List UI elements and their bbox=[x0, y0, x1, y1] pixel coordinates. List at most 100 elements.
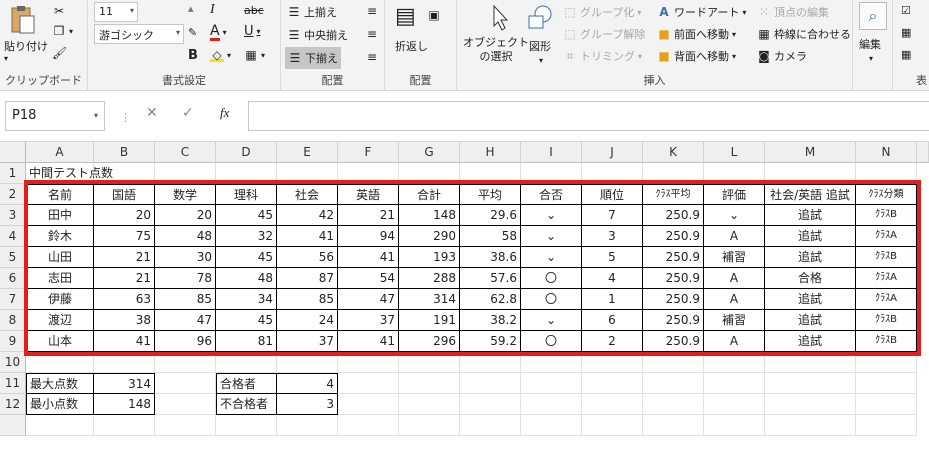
data-cell-l7[interactable]: A bbox=[704, 289, 765, 310]
header-cell-n[interactable]: ｸﾗｽ分類 bbox=[856, 184, 917, 205]
empty-cell[interactable] bbox=[155, 394, 216, 415]
data-cell-d7[interactable]: 34 bbox=[216, 289, 277, 310]
data-cell-h7[interactable]: 62.8 bbox=[460, 289, 521, 310]
data-cell-a6[interactable]: 志田 bbox=[26, 268, 94, 289]
align-bottom-button[interactable]: ☰ 下揃え bbox=[285, 47, 341, 69]
strikethrough-button[interactable]: abc bbox=[244, 4, 264, 17]
row-header-9[interactable]: 9 bbox=[0, 331, 26, 352]
data-cell-i7[interactable]: 〇 bbox=[521, 289, 582, 310]
data-cell-j4[interactable]: 3 bbox=[582, 226, 643, 247]
data-cell-h6[interactable]: 57.6 bbox=[460, 268, 521, 289]
row-header-11[interactable]: 11 bbox=[0, 373, 26, 394]
data-cell-b3[interactable]: 20 bbox=[94, 205, 155, 226]
data-cell-e5[interactable]: 56 bbox=[277, 247, 338, 268]
row-header-8[interactable]: 8 bbox=[0, 310, 26, 331]
empty-cell[interactable] bbox=[155, 373, 216, 394]
data-cell-m4[interactable]: 追試 bbox=[765, 226, 856, 247]
empty-cell[interactable] bbox=[460, 352, 521, 373]
empty-cell[interactable] bbox=[155, 415, 216, 436]
data-cell-n6[interactable]: ｸﾗｽA bbox=[856, 268, 917, 289]
empty-cell[interactable] bbox=[399, 352, 460, 373]
empty-cell[interactable] bbox=[216, 352, 277, 373]
data-cell-f4[interactable]: 94 bbox=[338, 226, 399, 247]
data-cell-g5[interactable]: 193 bbox=[399, 247, 460, 268]
trim-button[interactable]: ⌗ トリミング ▾ bbox=[563, 48, 642, 64]
table-icon[interactable]: ▦ bbox=[901, 26, 911, 39]
min-score-label[interactable]: 最小点数 bbox=[26, 394, 94, 415]
data-cell-a5[interactable]: 山田 bbox=[26, 247, 94, 268]
bold-button[interactable]: B bbox=[188, 48, 198, 63]
data-cell-i4[interactable]: ⌄ bbox=[521, 226, 582, 247]
bring-forward-button[interactable]: ■ 前面へ移動 ▾ bbox=[657, 26, 736, 42]
data-cell-d5[interactable]: 45 bbox=[216, 247, 277, 268]
empty-cell[interactable] bbox=[582, 163, 643, 184]
worksheet-grid[interactable]: ABCDEFGHIJKLMN 1 2 3 4 5 6 7 8 9 10 11 12 中間テスト点数 名前… bbox=[0, 142, 929, 449]
wrap-side-button[interactable]: ▣ bbox=[427, 8, 441, 22]
column-header-e[interactable]: E bbox=[277, 142, 338, 163]
empty-cell[interactable] bbox=[277, 163, 338, 184]
header-cell-d[interactable]: 理科 bbox=[216, 184, 277, 205]
align-middle-button[interactable]: ☰ 中央揃え bbox=[287, 27, 348, 43]
min-score-value[interactable]: 148 bbox=[94, 394, 155, 415]
data-cell-d6[interactable]: 48 bbox=[216, 268, 277, 289]
data-cell-h8[interactable]: 38.2 bbox=[460, 310, 521, 331]
data-cell-a3[interactable]: 田中 bbox=[26, 205, 94, 226]
data-cell-f6[interactable]: 54 bbox=[338, 268, 399, 289]
empty-cell[interactable] bbox=[460, 394, 521, 415]
data-cell-e3[interactable]: 42 bbox=[277, 205, 338, 226]
data-cell-n3[interactable]: ｸﾗｽB bbox=[856, 205, 917, 226]
data-cell-e7[interactable]: 85 bbox=[277, 289, 338, 310]
data-cell-g3[interactable]: 148 bbox=[399, 205, 460, 226]
data-cell-n5[interactable]: ｸﾗｽB bbox=[856, 247, 917, 268]
empty-cell[interactable] bbox=[277, 352, 338, 373]
data-cell-i5[interactable]: ⌄ bbox=[521, 247, 582, 268]
row-header-6[interactable]: 6 bbox=[0, 268, 26, 289]
data-cell-b8[interactable]: 38 bbox=[94, 310, 155, 331]
data-cell-k5[interactable]: 250.9 bbox=[643, 247, 704, 268]
snap-to-border-button[interactable]: ▦ 枠線に合わせる bbox=[757, 26, 851, 42]
select-objects-button[interactable]: オブジェクトの選択 bbox=[463, 36, 529, 64]
max-score-value[interactable]: 314 bbox=[94, 373, 155, 394]
data-cell-f7[interactable]: 47 bbox=[338, 289, 399, 310]
empty-cell[interactable] bbox=[26, 352, 94, 373]
empty-cell[interactable] bbox=[399, 373, 460, 394]
underline-button[interactable]: U ▾ bbox=[244, 24, 261, 39]
empty-cell[interactable] bbox=[704, 352, 765, 373]
data-cell-j3[interactable]: 7 bbox=[582, 205, 643, 226]
empty-cell[interactable] bbox=[399, 163, 460, 184]
empty-cell[interactable] bbox=[856, 394, 917, 415]
data-cell-f3[interactable]: 21 bbox=[338, 205, 399, 226]
empty-cell[interactable] bbox=[521, 394, 582, 415]
row-header-3[interactable]: 3 bbox=[0, 205, 26, 226]
data-cell-a9[interactable]: 山本 bbox=[26, 331, 94, 352]
empty-cell[interactable] bbox=[643, 394, 704, 415]
cut-button[interactable]: ✂ bbox=[52, 4, 66, 18]
data-cell-c4[interactable]: 48 bbox=[155, 226, 216, 247]
header-cell-k[interactable]: ｸﾗｽ平均 bbox=[643, 184, 704, 205]
empty-cell[interactable] bbox=[704, 394, 765, 415]
max-score-label[interactable]: 最大点数 bbox=[26, 373, 94, 394]
align-top-button[interactable]: ☰ 上揃え bbox=[287, 4, 337, 20]
ungroup-button[interactable]: ⬚ グループ解除 bbox=[563, 26, 645, 42]
empty-cell[interactable] bbox=[338, 415, 399, 436]
empty-cell[interactable] bbox=[765, 163, 856, 184]
data-cell-j8[interactable]: 6 bbox=[582, 310, 643, 331]
column-header-j[interactable]: J bbox=[582, 142, 643, 163]
data-cell-c5[interactable]: 30 bbox=[155, 247, 216, 268]
data-cell-e4[interactable]: 41 bbox=[277, 226, 338, 247]
data-cell-g6[interactable]: 288 bbox=[399, 268, 460, 289]
data-cell-g7[interactable]: 314 bbox=[399, 289, 460, 310]
empty-cell[interactable] bbox=[765, 352, 856, 373]
fail-count-label[interactable]: 不合格者 bbox=[216, 394, 277, 415]
data-cell-j5[interactable]: 5 bbox=[582, 247, 643, 268]
data-cell-l8[interactable]: 補習 bbox=[704, 310, 765, 331]
data-cell-l5[interactable]: 補習 bbox=[704, 247, 765, 268]
empty-cell[interactable] bbox=[765, 373, 856, 394]
row-header-7[interactable]: 7 bbox=[0, 289, 26, 310]
empty-cell[interactable] bbox=[94, 352, 155, 373]
data-cell-l4[interactable]: A bbox=[704, 226, 765, 247]
empty-cell[interactable] bbox=[765, 394, 856, 415]
data-cell-d3[interactable]: 45 bbox=[216, 205, 277, 226]
empty-cell[interactable] bbox=[155, 163, 216, 184]
data-cell-c8[interactable]: 47 bbox=[155, 310, 216, 331]
